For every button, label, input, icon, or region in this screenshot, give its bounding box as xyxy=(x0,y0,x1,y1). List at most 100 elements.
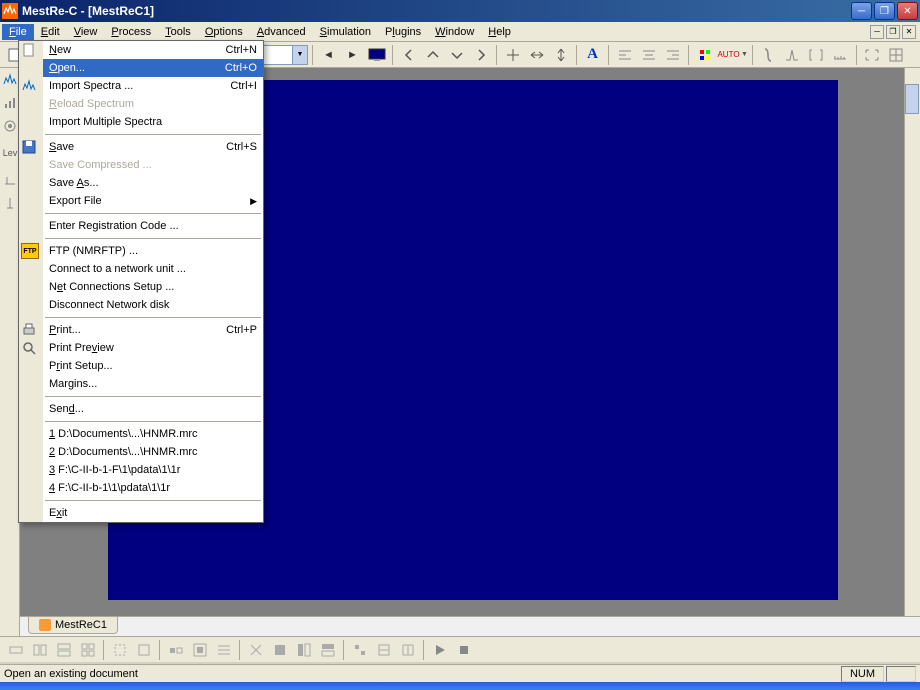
integral-icon[interactable] xyxy=(757,44,780,66)
bot-icon-10[interactable] xyxy=(244,639,267,661)
menu-open[interactable]: Open...Ctrl+O xyxy=(43,59,263,77)
nav-up-icon[interactable] xyxy=(421,44,444,66)
menu-file[interactable]: File xyxy=(2,24,34,40)
menu-options[interactable]: Options xyxy=(198,24,250,40)
menu-connect-network[interactable]: Connect to a network unit ... xyxy=(43,260,263,278)
bot-icon-11[interactable] xyxy=(268,639,291,661)
menu-margins[interactable]: Margins... xyxy=(43,375,263,393)
bot-icon-6[interactable] xyxy=(132,639,155,661)
nav-down-icon[interactable] xyxy=(445,44,468,66)
doc-close-button[interactable]: ✕ xyxy=(902,25,916,39)
nav-right-icon[interactable] xyxy=(469,44,492,66)
color-icon[interactable] xyxy=(693,44,716,66)
arrow-right-icon[interactable]: ► xyxy=(341,44,364,66)
undo-combo[interactable]: ▼ xyxy=(258,45,308,65)
chart-icon[interactable] xyxy=(1,92,19,114)
expand-v-icon[interactable] xyxy=(549,44,572,66)
menu-ftp[interactable]: FTP FTP (NMRFTP) ... xyxy=(43,242,263,260)
config-icon[interactable] xyxy=(1,115,19,137)
menu-edit[interactable]: Edit xyxy=(34,24,67,40)
peak-icon[interactable] xyxy=(781,44,804,66)
print-file-icon xyxy=(21,322,37,338)
menu-window[interactable]: Window xyxy=(428,24,481,40)
menu-disconnect[interactable]: Disconnect Network disk xyxy=(43,296,263,314)
maximize-button[interactable]: ❐ xyxy=(874,2,895,20)
bot-icon-7[interactable] xyxy=(164,639,187,661)
menu-import-spectra[interactable]: Import Spectra ...Ctrl+I xyxy=(43,77,263,95)
doc-minimize-button[interactable]: ─ xyxy=(870,25,884,39)
bot-icon-14[interactable] xyxy=(348,639,371,661)
stop-icon[interactable] xyxy=(452,639,475,661)
status-num: NUM xyxy=(841,666,884,682)
align-left-icon[interactable] xyxy=(613,44,636,66)
bot-icon-12[interactable] xyxy=(292,639,315,661)
minimize-button[interactable]: ─ xyxy=(851,2,872,20)
align-center-icon[interactable] xyxy=(637,44,660,66)
arrow-left-icon[interactable]: ◄ xyxy=(317,44,340,66)
menu-recent-1[interactable]: 1 D:\Documents\...\HNMR.mrc xyxy=(43,425,263,443)
bot-icon-8[interactable] xyxy=(188,639,211,661)
bot-icon-15[interactable] xyxy=(372,639,395,661)
doc-restore-button[interactable]: ❐ xyxy=(886,25,900,39)
app-icon xyxy=(2,3,18,19)
menu-print-preview[interactable]: Print Preview xyxy=(43,339,263,357)
titlebar: MestRe-C - [MestReC1] ─ ❐ ✕ xyxy=(0,0,920,22)
bot-icon-4[interactable] xyxy=(76,639,99,661)
expand-h-icon[interactable] xyxy=(525,44,548,66)
bot-icon-13[interactable] xyxy=(316,639,339,661)
zoom-icon[interactable] xyxy=(861,44,884,66)
spectrum-icon[interactable] xyxy=(1,69,19,91)
menu-recent-3[interactable]: 3 F:\C-II-b-1-F\1\pdata\1\1r xyxy=(43,461,263,479)
display-icon[interactable] xyxy=(365,44,388,66)
bracket-icon[interactable] xyxy=(805,44,828,66)
text-a-icon[interactable]: A xyxy=(581,44,604,66)
tool4-icon[interactable] xyxy=(1,169,19,191)
menu-recent-4[interactable]: 4 F:\C-II-b-1\1\pdata\1\1r xyxy=(43,479,263,497)
bot-icon-3[interactable] xyxy=(52,639,75,661)
menu-save-as[interactable]: Save As... xyxy=(43,174,263,192)
bot-icon-16[interactable] xyxy=(396,639,419,661)
ruler-icon[interactable] xyxy=(829,44,852,66)
menu-simulation[interactable]: Simulation xyxy=(313,24,378,40)
left-panel: Lev xyxy=(0,68,20,636)
menu-registration[interactable]: Enter Registration Code ... xyxy=(43,217,263,235)
close-button[interactable]: ✕ xyxy=(897,2,918,20)
preview-file-icon xyxy=(21,340,37,356)
menu-import-multiple[interactable]: Import Multiple Spectra xyxy=(43,113,263,131)
menu-print-setup[interactable]: Print Setup... xyxy=(43,357,263,375)
grid-icon[interactable] xyxy=(885,44,908,66)
crosshair-icon[interactable] xyxy=(501,44,524,66)
bot-icon-1[interactable] xyxy=(4,639,27,661)
menu-tools[interactable]: Tools xyxy=(158,24,198,40)
menu-help[interactable]: Help xyxy=(481,24,518,40)
menu-process[interactable]: Process xyxy=(104,24,158,40)
import-spectra-icon xyxy=(21,78,37,94)
bottom-toolbar xyxy=(0,636,920,662)
menu-new[interactable]: NewCtrl+N xyxy=(43,41,263,59)
menu-send[interactable]: Send... xyxy=(43,400,263,418)
menu-print[interactable]: Print...Ctrl+P xyxy=(43,321,263,339)
bot-icon-5[interactable] xyxy=(108,639,131,661)
menubar: File Edit View Process Tools Options Adv… xyxy=(0,22,920,42)
align-right-icon[interactable] xyxy=(661,44,684,66)
bot-icon-9[interactable] xyxy=(212,639,235,661)
auto-icon[interactable]: AUTO xyxy=(717,44,740,66)
menu-recent-2[interactable]: 2 D:\Documents\...\HNMR.mrc xyxy=(43,443,263,461)
document-tab[interactable]: MestReC1 xyxy=(28,617,118,634)
new-file-icon xyxy=(21,42,37,58)
menu-net-setup[interactable]: Net Connections Setup ... xyxy=(43,278,263,296)
menu-save[interactable]: SaveCtrl+S xyxy=(43,138,263,156)
bot-icon-2[interactable] xyxy=(28,639,51,661)
menu-export-file[interactable]: Export File▶ xyxy=(43,192,263,210)
taskbar xyxy=(0,682,920,690)
vertical-scrollbar[interactable] xyxy=(904,68,920,616)
play-icon[interactable] xyxy=(428,639,451,661)
menu-view[interactable]: View xyxy=(67,24,105,40)
menu-exit[interactable]: Exit xyxy=(43,504,263,522)
menu-advanced[interactable]: Advanced xyxy=(250,24,313,40)
nav-left-icon[interactable] xyxy=(397,44,420,66)
file-menu-dropdown: NewCtrl+N Open...Ctrl+O Import Spectra .… xyxy=(18,40,264,523)
tool5-icon[interactable] xyxy=(1,192,19,214)
menu-plugins[interactable]: Plugins xyxy=(378,24,428,40)
status-text: Open an existing document xyxy=(4,668,839,680)
